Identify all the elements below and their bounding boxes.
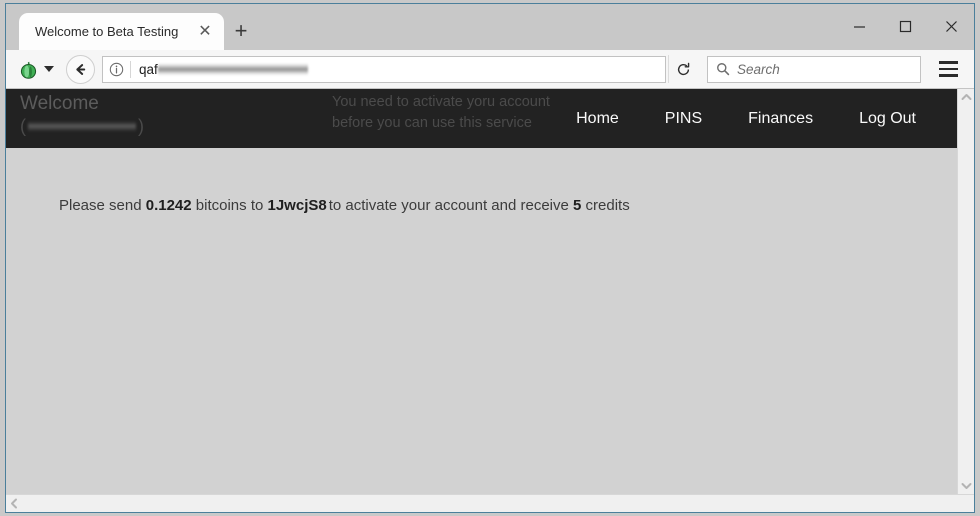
menu-line-1 [938, 61, 958, 64]
url-text: qaf [139, 61, 158, 77]
browser-window: Welcome to Beta Testing ✕ + qaf Search W… [5, 3, 975, 513]
bitcoin-address: 1JwcjS8 [267, 197, 327, 214]
welcome-username: ( ) [20, 115, 144, 137]
scroll-down-icon[interactable] [961, 482, 972, 490]
minimize-icon[interactable] [836, 4, 882, 48]
site-header: Welcome ( ) You need to activate yoru ac… [6, 89, 957, 148]
nav-item-log-out[interactable]: Log Out [836, 110, 939, 128]
welcome-block: Welcome ( ) [20, 89, 144, 137]
username-redacted-region [28, 120, 136, 132]
search-input[interactable] [737, 61, 912, 77]
close-tab-icon[interactable]: ✕ [192, 19, 218, 45]
web-page: Welcome ( ) You need to activate yoru ac… [6, 89, 957, 494]
window-controls [836, 4, 974, 48]
menu-line-2 [938, 67, 958, 71]
close-icon[interactable] [928, 4, 974, 48]
scroll-up-icon[interactable] [961, 93, 972, 101]
bitcoin-amount: 0.1242 [145, 197, 192, 214]
vertical-scrollbar[interactable] [957, 89, 974, 494]
maximize-icon[interactable] [882, 4, 928, 48]
nav-item-pins[interactable]: PINS [642, 110, 725, 128]
search-icon [716, 62, 730, 76]
page-body: Please send 0.1242 bitcoins to 1JwcjS8 to… [6, 148, 957, 494]
message-prefix: Please send [59, 197, 146, 214]
browser-tab[interactable]: Welcome to Beta Testing ✕ [19, 13, 224, 50]
tab-strip: Welcome to Beta Testing ✕ + [6, 4, 974, 50]
search-bar[interactable] [707, 55, 921, 83]
message-mid: bitcoins to [191, 197, 268, 214]
nav-item-home[interactable]: Home [553, 110, 642, 128]
new-tab-button[interactable]: + [224, 14, 258, 48]
site-info-icon[interactable] [103, 62, 130, 77]
content-viewport: Welcome ( ) You need to activate yoru ac… [6, 89, 974, 494]
paren-close: ) [138, 116, 144, 136]
activation-message: Please send 0.1242 bitcoins to 1JwcjS8 to… [59, 196, 957, 217]
nav-item-finances[interactable]: Finances [725, 110, 836, 128]
chevron-down-icon [44, 66, 54, 72]
tab-title: Welcome to Beta Testing [35, 24, 179, 39]
browser-toolbar: qaf [6, 50, 974, 89]
welcome-title: Welcome [20, 93, 99, 114]
url-text-container[interactable]: qaf [131, 62, 665, 77]
message-suffix: to activate your account and receive [328, 197, 574, 214]
reload-icon[interactable] [668, 55, 698, 83]
scroll-left-icon[interactable] [10, 498, 18, 509]
message-end: credits [581, 197, 630, 214]
url-bar[interactable]: qaf [102, 55, 666, 83]
back-button[interactable] [66, 54, 95, 84]
site-navigation: Home PINS Finances Log Out [553, 110, 939, 128]
onion-glyph [20, 61, 37, 79]
activation-notice: You need to activate yoru account before… [332, 94, 550, 131]
tor-onion-icon[interactable] [14, 59, 60, 80]
horizontal-scrollbar[interactable] [6, 494, 974, 512]
url-redacted-region [157, 62, 308, 76]
paren-open: ( [20, 116, 26, 136]
menu-line-3 [938, 74, 958, 77]
hamburger-menu-icon[interactable] [930, 54, 966, 84]
